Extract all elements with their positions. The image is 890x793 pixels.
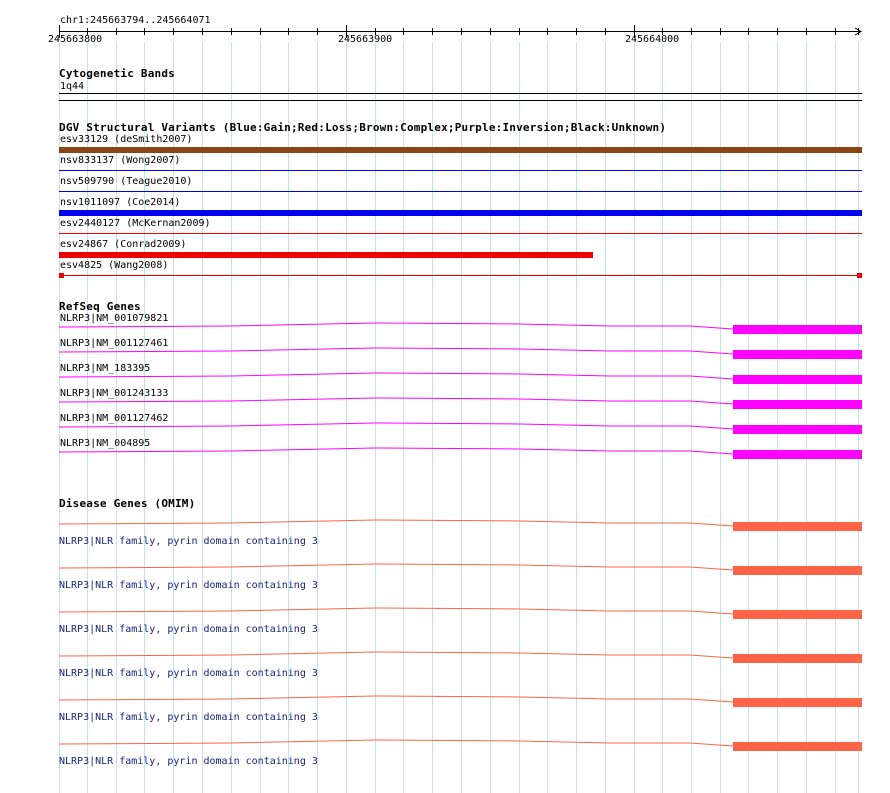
refseq-gene-exon[interactable] <box>733 350 862 359</box>
refseq-gene-exon[interactable] <box>733 375 862 384</box>
refseq-gene-intron[interactable] <box>58 372 734 380</box>
omim-gene-intron[interactable] <box>58 519 734 527</box>
omim-gene-intron[interactable] <box>58 739 734 747</box>
gene-models[interactable] <box>0 0 890 793</box>
omim-gene-exon[interactable] <box>733 522 862 531</box>
omim-gene-exon[interactable] <box>733 698 862 707</box>
omim-gene-exon[interactable] <box>733 654 862 663</box>
refseq-gene-intron[interactable] <box>58 397 734 405</box>
omim-gene-exon[interactable] <box>733 742 862 751</box>
refseq-gene-exon[interactable] <box>733 400 862 409</box>
genome-browser: chr1:245663794..245664071 245663800 2456… <box>0 0 890 793</box>
refseq-gene-intron[interactable] <box>58 322 734 330</box>
omim-gene-intron[interactable] <box>58 563 734 571</box>
omim-gene-intron[interactable] <box>58 607 734 615</box>
refseq-gene-exon[interactable] <box>733 450 862 459</box>
omim-gene-exon[interactable] <box>733 566 862 575</box>
refseq-gene-exon[interactable] <box>733 425 862 434</box>
refseq-gene-intron[interactable] <box>58 347 734 355</box>
refseq-gene-intron[interactable] <box>58 422 734 430</box>
omim-gene-intron[interactable] <box>58 651 734 659</box>
omim-gene-exon[interactable] <box>733 610 862 619</box>
omim-gene-intron[interactable] <box>58 695 734 703</box>
refseq-gene-exon[interactable] <box>733 325 862 334</box>
refseq-gene-intron[interactable] <box>58 447 734 455</box>
